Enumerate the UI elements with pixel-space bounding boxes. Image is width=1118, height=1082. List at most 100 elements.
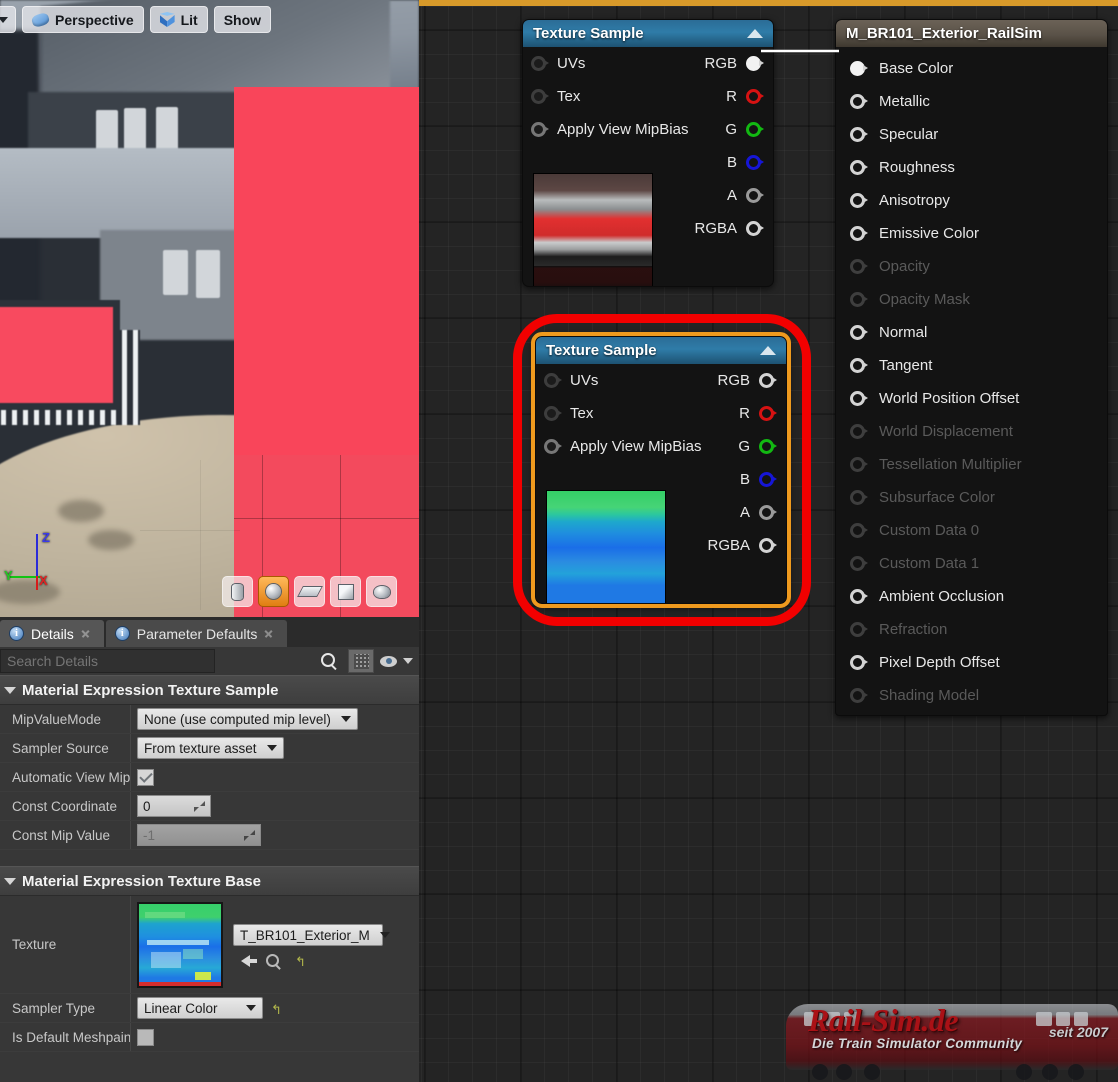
node-material-output[interactable]: M_BR101_Exterior_RailSim Base Color Meta… (835, 19, 1108, 716)
search-input[interactable] (0, 649, 215, 673)
pin-shading-model (850, 688, 868, 703)
details-grid-view-button[interactable] (348, 649, 374, 673)
pin-rgba[interactable] (746, 221, 764, 236)
pin-tangent[interactable] (850, 358, 868, 373)
pin-world-position-offset[interactable] (850, 391, 868, 406)
property-label: Const Coordinate (12, 798, 118, 814)
material-pin-pixel-depth-offset[interactable]: Pixel Depth Offset (836, 646, 1107, 679)
pin-r[interactable] (759, 406, 777, 421)
node-header[interactable]: Texture Sample (523, 20, 773, 47)
pin-rgb[interactable] (746, 56, 764, 71)
pin-g[interactable] (746, 122, 764, 137)
pin-ambient-occlusion[interactable] (850, 589, 868, 604)
viewport-material-surface (234, 87, 419, 487)
tab-details[interactable]: i Details (0, 620, 104, 647)
search-wrapper (0, 649, 342, 673)
teapot-icon (373, 585, 390, 598)
node-texture-sample-top[interactable]: Texture Sample UVs Tex Apply View MipBia… (522, 19, 774, 287)
section-title: Material Expression Texture Base (22, 872, 261, 890)
pin-label: RGB (717, 372, 750, 389)
triangle-up-icon[interactable] (760, 346, 776, 355)
preview-mesh-sphere-button[interactable] (258, 576, 289, 607)
material-pin-ambient-occlusion[interactable]: Ambient Occlusion (836, 580, 1107, 613)
pin-g[interactable] (759, 439, 777, 454)
pin-rgb[interactable] (759, 373, 777, 388)
eye-icon[interactable] (380, 655, 397, 667)
pin-label: World Displacement (879, 423, 1013, 440)
pin-opacity (850, 259, 868, 274)
find-in-browser-icon[interactable] (266, 954, 279, 967)
sampler-source-dropdown[interactable]: From texture asset (137, 737, 284, 759)
node-output-g[interactable]: G (523, 113, 773, 146)
pin-b[interactable] (759, 472, 777, 487)
node-output-g[interactable]: G (536, 430, 786, 463)
pin-anisotropy[interactable] (850, 193, 868, 208)
pin-label: Subsurface Color (879, 489, 995, 506)
search-icon[interactable] (321, 653, 335, 667)
viewport-red-panel (0, 300, 120, 410)
pin-a[interactable] (759, 505, 777, 520)
pin-roughness[interactable] (850, 160, 868, 175)
reset-icon[interactable]: ↰ (295, 954, 308, 969)
node-header[interactable]: Texture Sample (536, 337, 786, 364)
material-pin-specular[interactable]: Specular (836, 118, 1107, 151)
texture-asset-dropdown[interactable]: T_BR101_Exterior_M (233, 924, 390, 946)
reset-icon[interactable]: ↰ (271, 1002, 284, 1017)
close-icon[interactable] (264, 629, 273, 638)
pin-r[interactable] (746, 89, 764, 104)
cube-icon (338, 584, 353, 599)
node-output-r[interactable]: R (536, 397, 786, 430)
material-preview-viewport[interactable]: Z Y X Perspective Lit Show (0, 0, 419, 617)
viewport-lit-button[interactable]: Lit (149, 6, 208, 33)
is-default-meshpaint-texture-checkbox[interactable] (137, 1028, 154, 1046)
pin-normal[interactable] (850, 325, 868, 340)
section-header-texture-sample[interactable]: Material Expression Texture Sample (0, 675, 419, 705)
material-pin-normal[interactable]: Normal (836, 316, 1107, 349)
material-pin-opacity-mask: Opacity Mask (836, 283, 1107, 316)
node-output-rgb[interactable]: RGB (536, 364, 786, 397)
material-pin-world-position-offset[interactable]: World Position Offset (836, 382, 1107, 415)
node-output-rgb[interactable]: RGB (523, 47, 773, 80)
tab-parameter-defaults[interactable]: i Parameter Defaults (105, 620, 288, 647)
viewport-show-button[interactable]: Show (213, 6, 272, 33)
pin-emissive-color[interactable] (850, 226, 868, 241)
details-tabstrip: i Details i Parameter Defaults (0, 617, 419, 647)
property-value (130, 1023, 419, 1051)
material-graph-canvas[interactable]: Texture Sample UVs Tex Apply View MipBia… (419, 0, 1118, 1082)
preview-mesh-teapot-button[interactable] (366, 576, 397, 607)
section-header-texture-base[interactable]: Material Expression Texture Base (0, 866, 419, 896)
node-texture-sample-selected[interactable]: Texture Sample UVs Tex Apply View MipBia… (531, 332, 791, 608)
pin-b[interactable] (746, 155, 764, 170)
material-pin-roughness[interactable]: Roughness (836, 151, 1107, 184)
texture-thumbnail[interactable] (137, 902, 223, 988)
pin-label: Metallic (879, 93, 930, 110)
material-pin-anisotropy[interactable]: Anisotropy (836, 184, 1107, 217)
pin-a[interactable] (746, 188, 764, 203)
pin-base-color[interactable] (850, 61, 868, 76)
pin-specular[interactable] (850, 127, 868, 142)
viewport-options-dropdown[interactable] (0, 6, 16, 33)
mipvaluemode-dropdown[interactable]: None (use computed mip level) (137, 708, 358, 730)
preview-mesh-plane-button[interactable] (294, 576, 325, 607)
sampler-type-dropdown[interactable]: Linear Color (137, 997, 263, 1019)
preview-mesh-cube-button[interactable] (330, 576, 361, 607)
material-pin-base-color[interactable]: Base Color (836, 52, 1107, 85)
material-output-title: M_BR101_Exterior_RailSim (846, 25, 1042, 42)
triangle-up-icon[interactable] (747, 29, 763, 38)
chevron-down-icon[interactable] (403, 658, 413, 664)
material-pin-metallic[interactable]: Metallic (836, 85, 1107, 118)
close-icon[interactable] (81, 629, 90, 638)
pin-metallic[interactable] (850, 94, 868, 109)
material-pin-emissive-color[interactable]: Emissive Color (836, 217, 1107, 250)
node-output-r[interactable]: R (523, 80, 773, 113)
preview-mesh-cylinder-button[interactable] (222, 576, 253, 607)
browse-back-icon[interactable] (241, 954, 257, 967)
node-header[interactable]: M_BR101_Exterior_RailSim (836, 20, 1107, 47)
pin-rgba[interactable] (759, 538, 777, 553)
material-pin-tangent[interactable]: Tangent (836, 349, 1107, 382)
const-coordinate-input[interactable]: 0 (137, 795, 211, 817)
spinner-icon[interactable] (194, 800, 205, 812)
automatic-view-mip-bias-checkbox[interactable] (137, 768, 154, 786)
viewport-perspective-button[interactable]: Perspective (22, 6, 144, 33)
pin-pixel-depth-offset[interactable] (850, 655, 868, 670)
